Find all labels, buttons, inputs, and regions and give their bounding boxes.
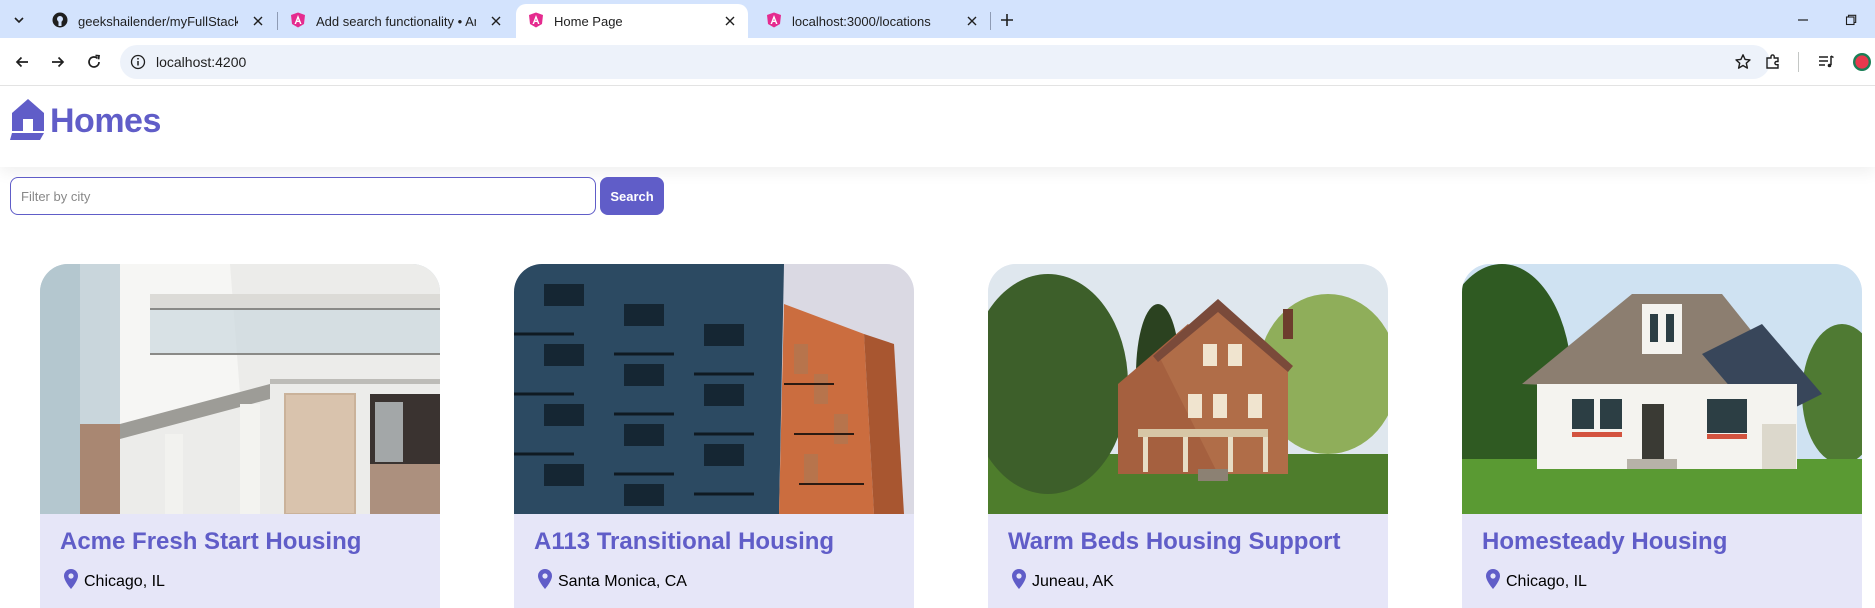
location-pin-icon (538, 569, 552, 594)
restore-icon[interactable] (1840, 9, 1862, 31)
angular-icon (528, 12, 544, 31)
tab-divider (990, 12, 991, 30)
housing-photo (40, 264, 440, 515)
housing-card[interactable]: Warm Beds Housing Support Juneau, AK (988, 264, 1388, 608)
media-controls-icon[interactable] (1814, 50, 1838, 74)
housing-photo (1462, 264, 1862, 514)
url-text[interactable]: localhost:4200 (156, 54, 246, 70)
house-logo-icon (10, 97, 46, 146)
browser-toolbar: localhost:4200 (0, 38, 1875, 86)
filter-by-city-input[interactable] (10, 177, 596, 215)
tab-github[interactable]: geekshailender/myFullStackApp (40, 4, 276, 38)
housing-name: Homesteady Housing (1482, 528, 1728, 555)
angular-icon (766, 12, 782, 31)
tab-close-icon[interactable] (250, 13, 266, 29)
brand-logo[interactable]: Homes (10, 97, 161, 146)
housing-location: Juneau, AK (1012, 569, 1114, 594)
browser-tab-bar: geekshailender/myFullStackApp Add search… (0, 0, 1875, 38)
housing-location: Chicago, IL (64, 569, 165, 594)
location-pin-icon (64, 569, 78, 594)
tab-angular-docs[interactable]: Add search functionality • Angular (278, 4, 514, 38)
housing-card[interactable]: Acme Fresh Start Housing Chicago, IL (40, 264, 440, 608)
housing-photo (988, 264, 1388, 514)
extensions-puzzle-icon[interactable] (1761, 50, 1785, 74)
location-pin-icon (1486, 569, 1500, 594)
bookmark-star-icon[interactable] (1734, 53, 1752, 76)
brand-title: Homes (50, 102, 161, 140)
tab-title: Add search functionality • Angular (316, 13, 476, 29)
tab-title: geekshailender/myFullStackApp (78, 13, 238, 29)
housing-name: A113 Transitional Housing (534, 528, 835, 555)
tab-locations[interactable]: localhost:3000/locations (754, 4, 990, 38)
search-form: Search (10, 177, 664, 215)
housing-photo (514, 264, 914, 514)
housing-card[interactable]: Homesteady Housing Chicago, IL (1462, 264, 1862, 608)
tab-home-page[interactable]: Home Page (516, 4, 748, 38)
site-info-icon[interactable] (130, 54, 146, 75)
location-pin-icon (1012, 569, 1026, 594)
location-text: Chicago, IL (1506, 572, 1587, 590)
tab-close-icon[interactable] (488, 13, 504, 29)
housing-name: Warm Beds Housing Support (1008, 528, 1341, 555)
housing-location: Santa Monica, CA (538, 569, 687, 594)
new-tab-plus-icon[interactable] (996, 9, 1018, 31)
profile-avatar-icon[interactable] (1850, 50, 1874, 74)
housing-location: Chicago, IL (1486, 569, 1587, 594)
tab-title: localhost:3000/locations (792, 13, 931, 29)
forward-arrow-icon[interactable] (46, 50, 70, 74)
minimize-icon[interactable] (1792, 9, 1814, 31)
github-icon (52, 12, 68, 31)
web-page: Homes Search (0, 87, 1875, 608)
housing-name: Acme Fresh Start Housing (60, 528, 362, 555)
location-text: Chicago, IL (84, 572, 165, 590)
location-text: Santa Monica, CA (558, 572, 687, 590)
angular-icon (290, 12, 306, 31)
tab-close-icon[interactable] (964, 13, 980, 29)
tab-close-icon[interactable] (722, 13, 738, 29)
tab-search-chevron-icon[interactable] (8, 9, 30, 31)
location-text: Juneau, AK (1032, 572, 1114, 590)
tab-title: Home Page (554, 13, 623, 29)
app-header: Homes (0, 87, 1875, 167)
address-bar[interactable]: localhost:4200 (120, 45, 1770, 79)
toolbar-divider (1798, 52, 1799, 72)
search-button[interactable]: Search (600, 177, 664, 215)
reload-icon[interactable] (82, 50, 106, 74)
housing-card[interactable]: A113 Transitional Housing Santa Monica, … (514, 264, 914, 608)
back-arrow-icon[interactable] (10, 50, 34, 74)
